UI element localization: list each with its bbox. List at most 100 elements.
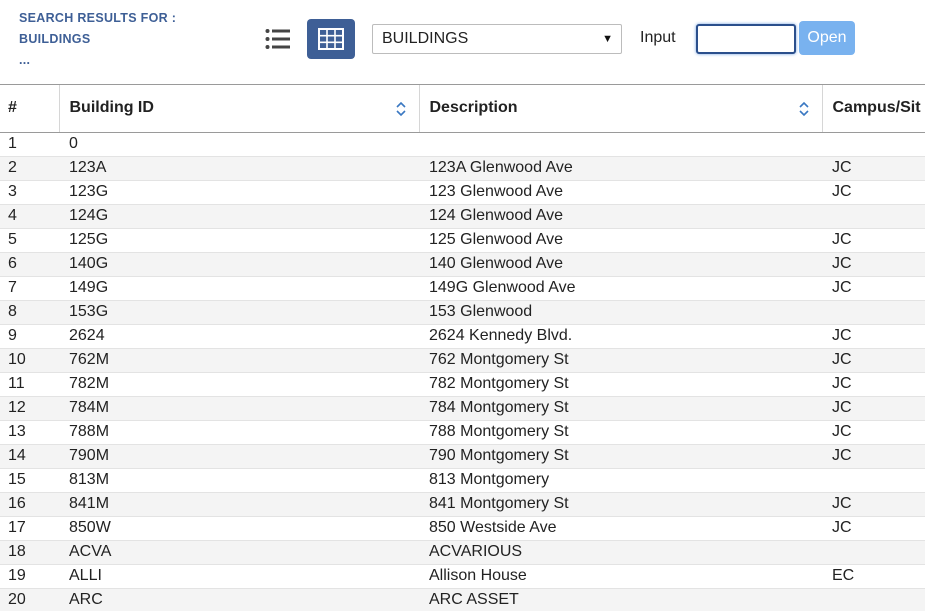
table-row[interactable]: 8 153G 153 Glenwood [0, 300, 925, 325]
table-row[interactable]: 4 124G 124 Glenwood Ave [0, 204, 925, 229]
table-row[interactable]: 19 ALLI Allison House EC [0, 564, 925, 589]
column-header-description-label: Description [429, 99, 518, 117]
object-type-select-value: BUILDINGS [382, 30, 469, 47]
results-table: # Building ID Description Campus/Sit 1 0… [0, 85, 925, 611]
row-number: 18 [0, 540, 59, 565]
building-id-cell: 813M [59, 468, 419, 493]
description-cell: 762 Montgomery St [419, 348, 822, 373]
table-row[interactable]: 7 149G 149G Glenwood Ave JC [0, 276, 925, 301]
campus-site-cell: JC [822, 396, 925, 421]
table-row[interactable]: 6 140G 140 Glenwood Ave JC [0, 252, 925, 277]
sort-icon[interactable] [395, 100, 407, 118]
table-row[interactable]: 5 125G 125 Glenwood Ave JC [0, 228, 925, 253]
table-row[interactable]: 10 762M 762 Montgomery St JC [0, 348, 925, 373]
row-number: 7 [0, 276, 59, 301]
row-number: 20 [0, 588, 59, 611]
campus-site-cell [822, 132, 925, 157]
description-cell: 123A Glenwood Ave [419, 156, 822, 181]
input-field[interactable] [696, 24, 796, 54]
building-id-cell: 782M [59, 372, 419, 397]
campus-site-cell: JC [822, 276, 925, 301]
description-cell: 149G Glenwood Ave [419, 276, 822, 301]
search-results-title: SEARCH RESULTS FOR : BUILDINGS ... [19, 8, 219, 71]
column-header-building-id-label: Building ID [69, 99, 154, 117]
table-row[interactable]: 2 123A 123A Glenwood Ave JC [0, 156, 925, 181]
table-row[interactable]: 14 790M 790 Montgomery St JC [0, 444, 925, 469]
description-cell: 782 Montgomery St [419, 372, 822, 397]
building-id-cell: 850W [59, 516, 419, 541]
campus-site-cell: JC [822, 492, 925, 517]
row-number: 8 [0, 300, 59, 325]
table-row[interactable]: 13 788M 788 Montgomery St JC [0, 420, 925, 445]
campus-site-cell [822, 588, 925, 611]
campus-site-cell: JC [822, 420, 925, 445]
building-id-cell: 762M [59, 348, 419, 373]
description-cell [419, 132, 822, 157]
table-row[interactable]: 12 784M 784 Montgomery St JC [0, 396, 925, 421]
building-id-cell: ACVA [59, 540, 419, 565]
description-cell: Allison House [419, 564, 822, 589]
grid-icon [318, 28, 344, 50]
description-cell: 153 Glenwood [419, 300, 822, 325]
campus-site-cell [822, 204, 925, 229]
grid-view-button[interactable] [307, 19, 355, 59]
row-number: 16 [0, 492, 59, 517]
search-results-more[interactable]: ... [19, 50, 219, 71]
table-row[interactable]: 15 813M 813 Montgomery [0, 468, 925, 493]
row-number: 17 [0, 516, 59, 541]
column-header-description[interactable]: Description [419, 85, 823, 133]
building-id-cell: ALLI [59, 564, 419, 589]
row-number: 12 [0, 396, 59, 421]
building-id-cell: 125G [59, 228, 419, 253]
table-row[interactable]: 16 841M 841 Montgomery St JC [0, 492, 925, 517]
building-id-cell: ARC [59, 588, 419, 611]
table-row[interactable]: 9 2624 2624 Kennedy Blvd. JC [0, 324, 925, 349]
table-row[interactable]: 18 ACVA ACVARIOUS [0, 540, 925, 565]
row-number: 13 [0, 420, 59, 445]
description-cell: ARC ASSET [419, 588, 822, 611]
column-header-campus-site[interactable]: Campus/Sit [822, 85, 925, 133]
row-number: 11 [0, 372, 59, 397]
row-number: 2 [0, 156, 59, 181]
building-id-cell: 123G [59, 180, 419, 205]
building-id-cell: 2624 [59, 324, 419, 349]
table-row[interactable]: 17 850W 850 Westside Ave JC [0, 516, 925, 541]
row-number: 5 [0, 228, 59, 253]
campus-site-cell [822, 540, 925, 565]
caret-down-icon: ▼ [602, 33, 613, 45]
row-number: 19 [0, 564, 59, 589]
campus-site-cell: JC [822, 252, 925, 277]
table-row[interactable]: 3 123G 123 Glenwood Ave JC [0, 180, 925, 205]
search-results-label: SEARCH RESULTS FOR : [19, 11, 177, 25]
campus-site-cell: JC [822, 372, 925, 397]
input-label: Input [640, 29, 676, 46]
description-cell: 123 Glenwood Ave [419, 180, 822, 205]
description-cell: ACVARIOUS [419, 540, 822, 565]
campus-site-cell: JC [822, 228, 925, 253]
table-row[interactable]: 11 782M 782 Montgomery St JC [0, 372, 925, 397]
open-button[interactable]: Open [799, 21, 855, 55]
building-id-cell: 788M [59, 420, 419, 445]
building-id-cell: 784M [59, 396, 419, 421]
description-cell: 784 Montgomery St [419, 396, 822, 421]
row-number: 10 [0, 348, 59, 373]
campus-site-cell: JC [822, 348, 925, 373]
building-id-cell: 124G [59, 204, 419, 229]
campus-site-cell: JC [822, 444, 925, 469]
sort-icon[interactable] [798, 100, 810, 118]
table-body: 1 0 2 123A 123A Glenwood Ave JC 3 123G 123 Glenw… [0, 132, 925, 611]
table-row[interactable]: 10 [0, 132, 925, 157]
building-id-cell: 0 [59, 132, 419, 157]
building-id-cell: 153G [59, 300, 419, 325]
column-header-building-id[interactable]: Building ID [59, 85, 420, 133]
toolbar: SEARCH RESULTS FOR : BUILDINGS ... BUILD… [0, 0, 925, 84]
description-cell: 790 Montgomery St [419, 444, 822, 469]
object-type-select[interactable]: BUILDINGS ▼ [372, 24, 622, 54]
building-id-cell: 790M [59, 444, 419, 469]
list-view-button[interactable] [254, 19, 302, 59]
table-row[interactable]: 20 ARC ARC ASSET [0, 588, 925, 611]
campus-site-cell: JC [822, 516, 925, 541]
column-header-number: # [0, 85, 60, 133]
row-number: 14 [0, 444, 59, 469]
row-number: 1 [0, 132, 59, 157]
